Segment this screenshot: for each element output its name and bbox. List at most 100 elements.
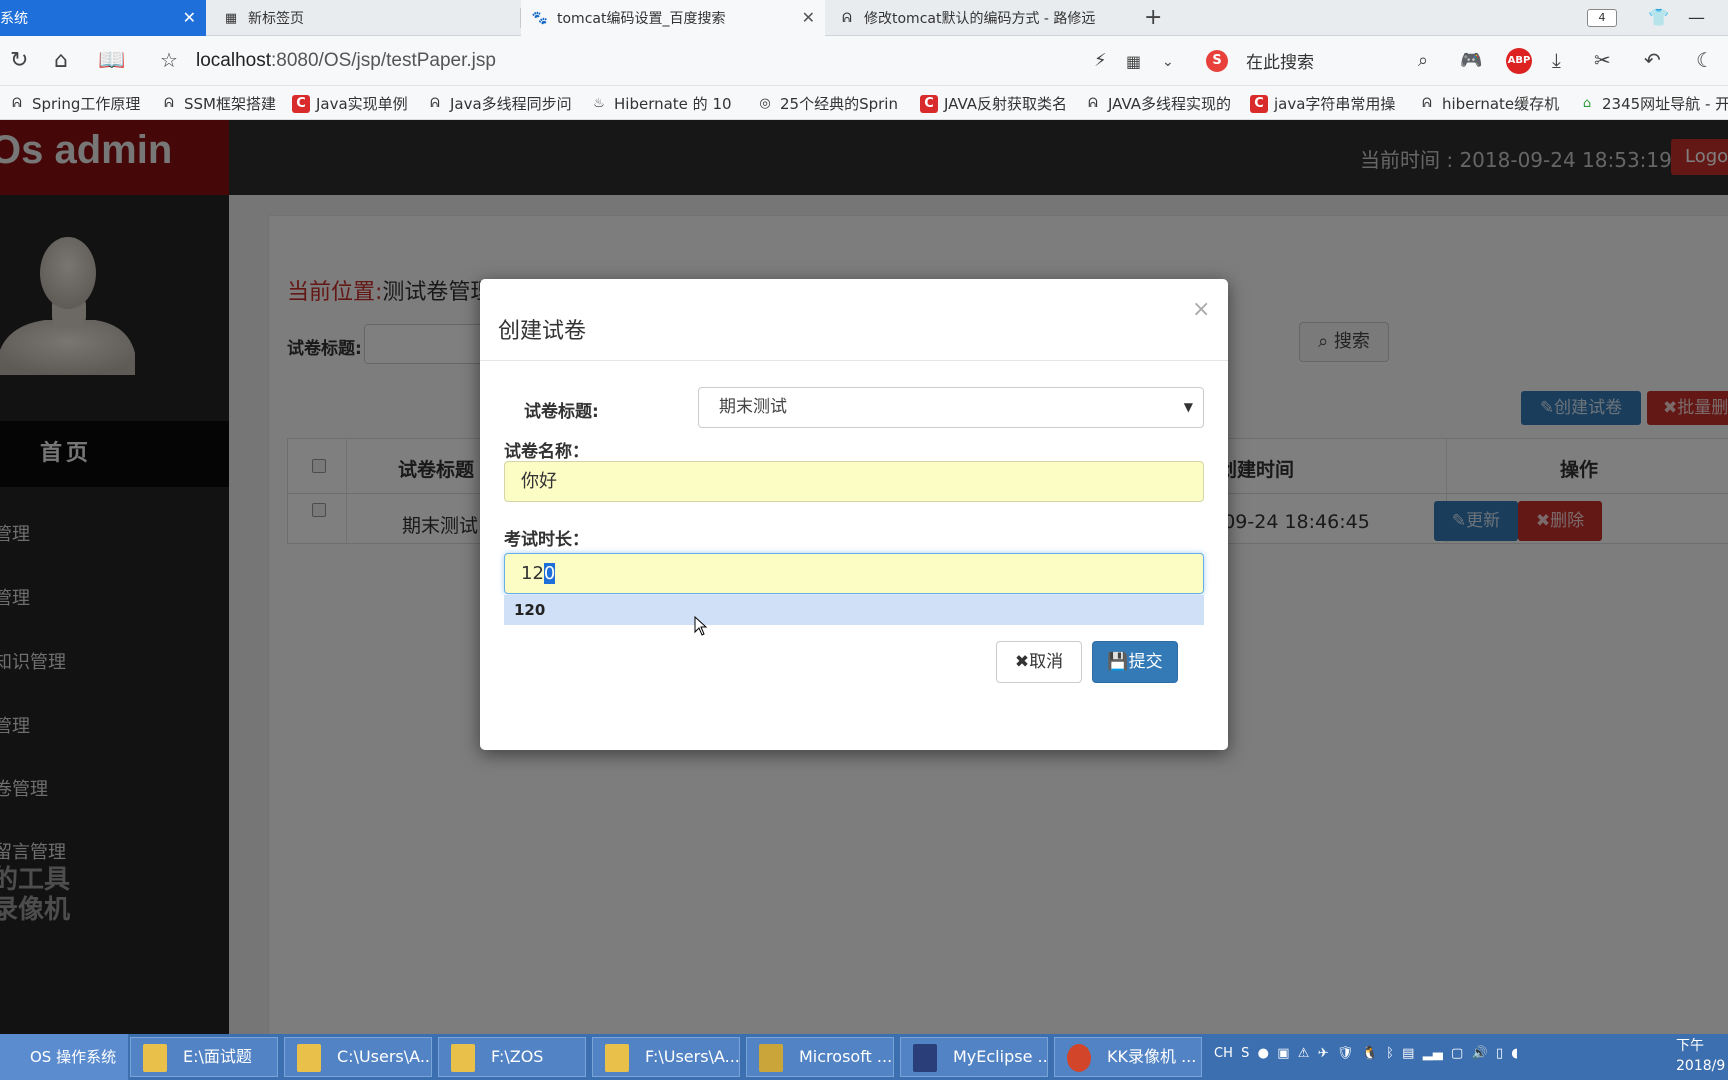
bookmark-icon: ᕱ [12, 95, 22, 111]
create-paper-modal: 创建试卷 × 试卷标题: 期末测试 ▼ 试卷名称： 你好 考试时长： 120 1… [480, 279, 1228, 750]
taskbar-item[interactable]: F:\ZOS [438, 1037, 586, 1077]
download-icon[interactable]: ⤓ [1552, 48, 1561, 72]
folder-icon [451, 1044, 475, 1072]
paper-name-label: 试卷名称： [504, 442, 589, 462]
bookmark-item[interactable]: ◎ 25个经典的Sprin [756, 93, 898, 114]
minimize-icon[interactable]: — [1688, 8, 1705, 28]
csdn-icon: C [292, 94, 310, 113]
cancel-label: 取消 [1029, 652, 1064, 672]
bookmark-label: Java实现单例 [316, 95, 408, 113]
bookmark-item[interactable]: ᕱ Java多线程同步问 [426, 93, 572, 114]
taskbar-label: KK录像机 ... [1107, 1047, 1197, 1066]
myeclipse-icon [913, 1044, 937, 1072]
folder-icon [605, 1044, 629, 1072]
taskbar-label: F:\Users\A... [645, 1047, 740, 1066]
shirt-icon[interactable]: 👕 [1648, 8, 1669, 28]
folder-icon [143, 1044, 167, 1072]
close-tab-icon[interactable]: ✕ [802, 8, 815, 27]
globe-icon: ◎ [759, 95, 771, 111]
start-button[interactable]: OS 操作系统 [0, 1034, 128, 1080]
star-icon[interactable]: ☆ [160, 48, 178, 72]
duration-selected-text: 0 [543, 563, 556, 584]
paper-title-label: 试卷标题: [524, 402, 599, 422]
caret-down-icon: ▼ [1183, 400, 1193, 414]
bookmark-icon: ᕱ [1422, 95, 1432, 111]
bookmarks-bar: ᕱ Spring工作原理 ᕱ SSM框架搭建 C Java实现单例 ᕱ Java多线程同… [0, 86, 1728, 120]
chevron-down-icon[interactable]: ⌄ [1162, 54, 1174, 70]
tab-title: tomcat编码设置_百度搜索 [557, 11, 726, 27]
bookmark-item[interactable]: ⌂ 2345网址导航 - 开 [1578, 93, 1728, 114]
qr-icon[interactable]: ▦ [1126, 52, 1141, 71]
web-page: Os admin 当前时间 : 2018-09-24 18:53:19 Logo… [0, 120, 1728, 1034]
bookmark-label: SSM框架搭建 [184, 95, 276, 113]
paper-name-input[interactable]: 你好 [504, 461, 1204, 502]
taskbar-item[interactable]: E:\面试题 [130, 1037, 278, 1077]
taskbar-item[interactable]: MyEclipse ... [900, 1037, 1048, 1077]
taskbar-item[interactable]: Microsoft ... [746, 1037, 894, 1077]
gamepad-icon[interactable]: 🎮 [1460, 50, 1482, 71]
taskbar-item[interactable]: KK录像机 ... [1054, 1037, 1202, 1077]
kk-recorder-icon [1067, 1044, 1091, 1072]
folder-icon [297, 1044, 321, 1072]
bookmark-item[interactable]: ♨ Hibernate 的 10 [590, 93, 732, 114]
browser-tab-bar: 系统 ✕ ▦ 新标签页 🐾 tomcat编码设置_百度搜索 ✕ ᕱ 修改tomc… [0, 0, 1728, 36]
sogou-search-icon[interactable]: S [1206, 50, 1228, 72]
close-icon[interactable]: × [1192, 297, 1210, 322]
tab-title: 修改tomcat默认的编码方式 - 路修远 [864, 11, 1096, 27]
undo-icon[interactable]: ↶ [1644, 48, 1661, 72]
bookmark-item[interactable]: ᕱ SSM框架搭建 [160, 93, 276, 114]
new-tab-icon[interactable]: + [1144, 5, 1162, 30]
bookmark-item[interactable]: C JAVA反射获取类名 [920, 93, 1067, 114]
bookmark-label: Hibernate 的 10 [614, 95, 732, 113]
bookmark-icon: ᕱ [430, 95, 440, 111]
tab-system[interactable]: 系统 ✕ [0, 0, 206, 36]
adblock-icon[interactable]: ABP [1506, 48, 1532, 74]
reload-icon[interactable]: ↻ [10, 48, 28, 73]
home-2345-icon: ⌂ [1582, 95, 1592, 111]
tab-new-tab[interactable]: ▦ 新标签页 [212, 0, 512, 36]
submit-label: 提交 [1128, 652, 1163, 672]
scissors-icon[interactable]: ✂ [1594, 48, 1611, 72]
url-host: localhost [196, 50, 271, 71]
cancel-button[interactable]: ✖取消 [996, 641, 1082, 683]
night-mode-icon[interactable]: ☾ [1696, 48, 1714, 72]
tab-tomcat-article[interactable]: ᕱ 修改tomcat默认的编码方式 - 路修远 [828, 0, 1128, 36]
bookmark-item[interactable]: C Java实现单例 [292, 93, 408, 114]
bookmark-item[interactable]: ᕱ hibernate缓存机 [1418, 93, 1559, 114]
bookmark-label: JAVA多线程实现的 [1108, 95, 1232, 113]
url-field[interactable]: localhost:8080/OS/jsp/testPaper.jsp [196, 50, 496, 72]
search-input[interactable]: 在此搜索 [1246, 48, 1314, 73]
bookmark-item[interactable]: ᕱ Spring工作原理 [8, 93, 140, 114]
home-icon[interactable]: ⌂ [54, 48, 68, 73]
autocomplete-option[interactable]: 120 [504, 595, 1204, 625]
bookmark-icon: ᕱ [1088, 95, 1098, 111]
java-icon: ♨ [593, 95, 605, 111]
csdn-icon: C [920, 94, 938, 113]
clock-line: 2018/9 [1676, 1058, 1726, 1074]
lightning-icon[interactable]: ⚡ [1094, 50, 1107, 71]
grid-page-icon: ▦ [224, 10, 238, 26]
submit-button[interactable]: 💾提交 [1092, 641, 1178, 683]
bookmark-label: 2345网址导航 - 开 [1602, 95, 1728, 113]
modal-title: 创建试卷 [498, 319, 587, 344]
tab-count-badge[interactable]: 4 [1587, 9, 1617, 27]
taskbar-label: E:\面试题 [183, 1047, 252, 1066]
taskbar-label: F:\ZOS [491, 1047, 544, 1066]
paper-title-select[interactable]: 期末测试 ▼ [698, 387, 1204, 428]
bookmark-icon: ᕱ [164, 95, 174, 111]
bookmark-item[interactable]: ᕱ JAVA多线程实现的 [1084, 93, 1231, 114]
tab-baidu-search[interactable]: 🐾 tomcat编码设置_百度搜索 ✕ [521, 0, 825, 36]
system-tray[interactable]: CH S ● ▣ ⚠ ✈ 🛡 🐧 ᛒ ▤ ▂▄ ▢ 🔊 ▯ ◖ [1214, 1046, 1518, 1061]
close-tab-icon[interactable]: ✕ [183, 8, 196, 27]
taskbar-item[interactable]: F:\Users\A... [592, 1037, 740, 1077]
taskbar-label: Microsoft ... [799, 1047, 893, 1066]
bookmark-item[interactable]: Cjava字符串常用操 [1250, 93, 1395, 114]
close-icon: ✖ [1014, 652, 1030, 672]
paper-title-selected: 期末测试 [719, 397, 787, 417]
duration-input[interactable]: 120 [504, 553, 1204, 594]
taskbar-item[interactable]: C:\Users\A... [284, 1037, 432, 1077]
bookmark-label: java字符串常用操 [1274, 95, 1396, 113]
site-icon: ᕱ [842, 10, 852, 26]
search-icon[interactable]: ⌕ [1418, 50, 1428, 71]
book-icon[interactable]: 📖 [98, 48, 125, 73]
